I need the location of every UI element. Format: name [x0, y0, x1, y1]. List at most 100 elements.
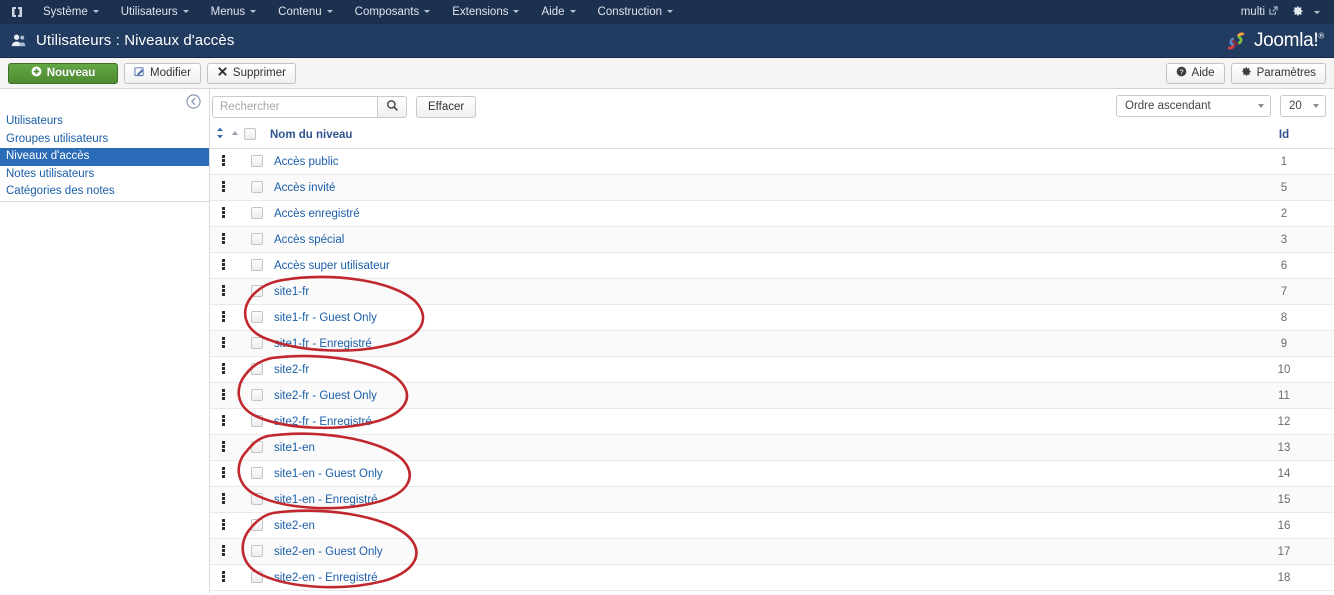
- table-row[interactable]: site1-fr 7: [210, 278, 1334, 305]
- cell-checkbox[interactable]: [244, 330, 270, 357]
- drag-handle-icon[interactable]: [222, 154, 227, 167]
- drag-handle-icon[interactable]: [222, 570, 227, 583]
- drag-handle-icon[interactable]: [222, 284, 227, 297]
- cell-level-name[interactable]: Accès invité: [270, 174, 1234, 201]
- drag-handle-icon[interactable]: [222, 492, 227, 505]
- level-name-link[interactable]: Accès invité: [274, 182, 335, 194]
- cell-drag-handle[interactable]: [210, 174, 244, 201]
- level-name-link[interactable]: site1-en - Enregistré: [274, 494, 378, 506]
- level-name-link[interactable]: Accès spécial: [274, 234, 344, 246]
- cell-drag-handle[interactable]: [210, 252, 244, 279]
- cell-level-name[interactable]: site2-en: [270, 512, 1234, 539]
- sidebar-item-notes-utilisateurs[interactable]: Notes utilisateurs: [0, 166, 209, 184]
- cell-drag-handle[interactable]: [210, 278, 244, 305]
- row-checkbox[interactable]: [251, 415, 263, 428]
- table-row[interactable]: site2-en - Enregistré 18: [210, 564, 1334, 591]
- cell-level-name[interactable]: site1-en - Enregistré: [270, 486, 1234, 513]
- table-row[interactable]: Accès enregistré 2: [210, 200, 1334, 227]
- cell-level-name[interactable]: Accès enregistré: [270, 200, 1234, 227]
- joomla-brand-icon[interactable]: [6, 0, 28, 24]
- row-checkbox[interactable]: [251, 571, 263, 584]
- cell-level-name[interactable]: Accès super utilisateur: [270, 252, 1234, 279]
- menu-item-contenu[interactable]: Contenu: [267, 0, 343, 24]
- delete-button[interactable]: Supprimer: [206, 62, 296, 84]
- table-row[interactable]: site1-fr - Guest Only 8: [210, 304, 1334, 331]
- level-name-link[interactable]: Accès public: [274, 156, 339, 168]
- cell-level-name[interactable]: site2-fr - Enregistré: [270, 408, 1234, 435]
- row-checkbox[interactable]: [251, 493, 263, 506]
- cell-drag-handle[interactable]: [210, 382, 244, 409]
- cell-level-name[interactable]: site1-en: [270, 434, 1234, 461]
- drag-handle-icon[interactable]: [222, 206, 227, 219]
- drag-handle-icon[interactable]: [222, 388, 227, 401]
- column-header-name[interactable]: Nom du niveau: [270, 125, 1234, 149]
- drag-handle-icon[interactable]: [222, 440, 227, 453]
- cell-checkbox[interactable]: [244, 382, 270, 409]
- menu-item-systeme[interactable]: Système: [32, 0, 110, 24]
- options-button[interactable]: Paramètres: [1230, 62, 1326, 84]
- table-row[interactable]: site2-fr 10: [210, 356, 1334, 383]
- cell-drag-handle[interactable]: [210, 356, 244, 383]
- level-name-link[interactable]: site1-fr: [274, 286, 309, 298]
- menu-item-utilisateurs[interactable]: Utilisateurs: [110, 0, 200, 24]
- table-row[interactable]: site1-fr - Enregistré 9: [210, 330, 1334, 357]
- cell-checkbox[interactable]: [244, 304, 270, 331]
- cell-drag-handle[interactable]: [210, 226, 244, 253]
- table-row[interactable]: site2-en - Guest Only 17: [210, 538, 1334, 565]
- row-checkbox[interactable]: [251, 259, 263, 272]
- collapse-left-icon[interactable]: [186, 93, 201, 109]
- table-row[interactable]: site2-fr - Guest Only 11: [210, 382, 1334, 409]
- level-name-link[interactable]: site1-fr - Guest Only: [274, 312, 377, 324]
- level-name-link[interactable]: site2-fr - Enregistré: [274, 416, 372, 428]
- cell-checkbox[interactable]: [244, 200, 270, 227]
- table-row[interactable]: site2-en 16: [210, 512, 1334, 539]
- cell-checkbox[interactable]: [244, 408, 270, 435]
- cell-drag-handle[interactable]: [210, 460, 244, 487]
- cell-level-name[interactable]: Accès spécial: [270, 226, 1234, 253]
- drag-handle-icon[interactable]: [222, 414, 227, 427]
- row-checkbox[interactable]: [251, 441, 263, 454]
- sort-updown-icon[interactable]: [216, 127, 224, 139]
- menu-item-composants[interactable]: Composants: [344, 0, 442, 24]
- row-checkbox[interactable]: [251, 207, 263, 220]
- row-checkbox[interactable]: [251, 233, 263, 246]
- select-all-checkbox[interactable]: [244, 128, 256, 141]
- cell-level-name[interactable]: site2-fr - Guest Only: [270, 382, 1234, 409]
- row-checkbox[interactable]: [251, 311, 263, 324]
- table-row[interactable]: Accès super utilisateur 6: [210, 252, 1334, 279]
- level-name-link[interactable]: site2-en: [274, 520, 315, 532]
- cell-drag-handle[interactable]: [210, 538, 244, 565]
- settings-menu-button[interactable]: [1286, 5, 1326, 20]
- list-limit-select[interactable]: 20: [1280, 95, 1326, 117]
- row-checkbox[interactable]: [251, 467, 263, 480]
- new-button[interactable]: Nouveau: [8, 62, 118, 84]
- cell-level-name[interactable]: site2-fr: [270, 356, 1234, 383]
- cell-checkbox[interactable]: [244, 460, 270, 487]
- cell-checkbox[interactable]: [244, 434, 270, 461]
- clear-filters-button[interactable]: Effacer: [416, 96, 477, 118]
- search-button[interactable]: [377, 96, 407, 118]
- cell-checkbox[interactable]: [244, 538, 270, 565]
- sidebar-item-niveaux-dacces[interactable]: Niveaux d'accès: [0, 148, 209, 166]
- cell-level-name[interactable]: site1-en - Guest Only: [270, 460, 1234, 487]
- cell-drag-handle[interactable]: [210, 304, 244, 331]
- row-checkbox[interactable]: [251, 337, 263, 350]
- sort-asc-icon[interactable]: [231, 130, 239, 136]
- cell-level-name[interactable]: site2-en - Guest Only: [270, 538, 1234, 565]
- cell-level-name[interactable]: site1-fr - Guest Only: [270, 304, 1234, 331]
- cell-level-name[interactable]: site2-en - Enregistré: [270, 564, 1234, 591]
- cell-level-name[interactable]: Accès public: [270, 148, 1234, 175]
- level-name-link[interactable]: Accès super utilisateur: [274, 260, 390, 272]
- drag-handle-icon[interactable]: [222, 258, 227, 271]
- cell-checkbox[interactable]: [244, 174, 270, 201]
- cell-checkbox[interactable]: [244, 512, 270, 539]
- help-button[interactable]: ? Aide: [1165, 62, 1225, 84]
- table-row[interactable]: Accès spécial 3: [210, 226, 1334, 253]
- row-checkbox[interactable]: [251, 363, 263, 376]
- site-preview-link[interactable]: multi: [1237, 6, 1282, 18]
- row-checkbox[interactable]: [251, 519, 263, 532]
- level-name-link[interactable]: Accès enregistré: [274, 208, 360, 220]
- menu-item-menus[interactable]: Menus: [200, 0, 268, 24]
- drag-handle-icon[interactable]: [222, 232, 227, 245]
- cell-checkbox[interactable]: [244, 148, 270, 175]
